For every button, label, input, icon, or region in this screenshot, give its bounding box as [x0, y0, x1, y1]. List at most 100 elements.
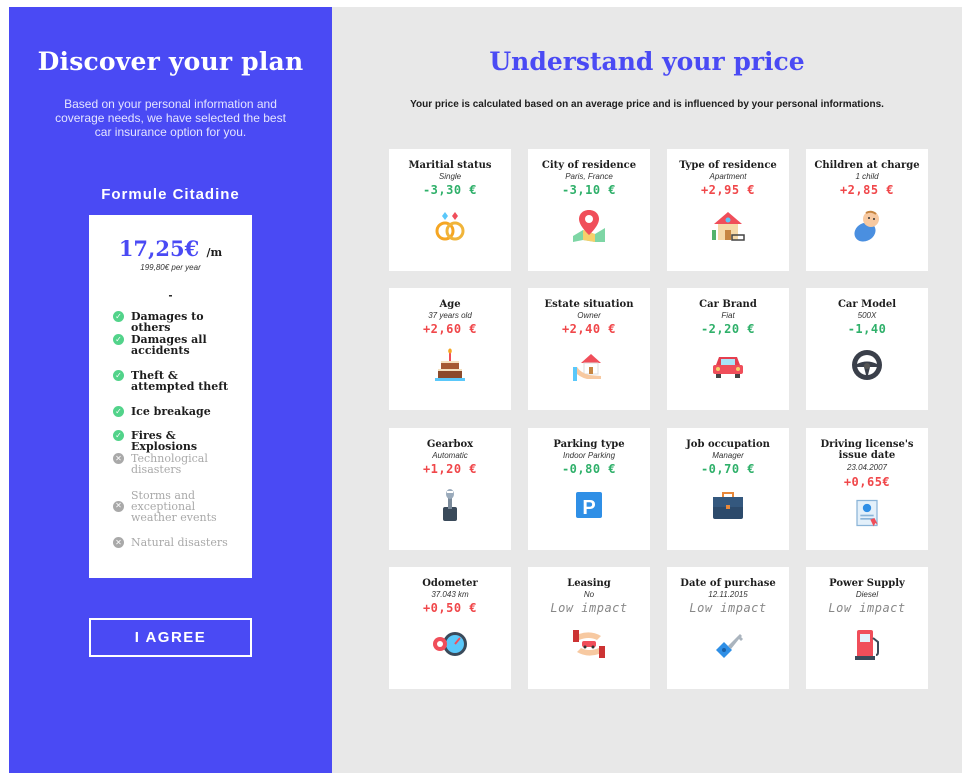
- factor-price: +1,20 €: [422, 462, 478, 476]
- check-icon: ✓: [113, 406, 124, 417]
- factor-value: Automatic: [432, 451, 468, 460]
- coverage-item: ✓ Damages all accidents: [113, 334, 243, 356]
- factor-value: No: [583, 590, 595, 599]
- monthly-price: 17,25€ /m: [89, 236, 252, 261]
- factor-value: Paris, France: [565, 172, 613, 181]
- certificate-icon: [856, 499, 878, 527]
- factor-card-license: Driving license's issue date 23.04.2007 …: [806, 428, 928, 550]
- baby-icon: [854, 210, 879, 242]
- factor-value: Apartment: [709, 172, 747, 181]
- agree-button[interactable]: I AGREE: [89, 618, 252, 657]
- factor-value: 37 years old: [428, 311, 472, 320]
- cross-icon: ✕: [113, 453, 124, 464]
- factor-card-age: Age 37 years old +2,60 €: [389, 288, 511, 410]
- coverage-item: ✕ Storms and exceptional weather events: [113, 488, 243, 524]
- factor-price: +0,65€: [843, 475, 891, 489]
- factor-title: Parking type: [553, 439, 625, 450]
- factor-card-marital-status: Maritial status Single -3,30 €: [389, 149, 511, 271]
- factor-price: +2,85 €: [839, 183, 895, 197]
- coverage-label: Fires & Explosions: [131, 429, 198, 453]
- svg-text:P: P: [582, 497, 595, 519]
- separator: -: [168, 288, 173, 302]
- monthly-price-unit: /m: [206, 246, 223, 259]
- factor-title: Gearbox: [426, 439, 474, 450]
- factor-price: -0,80 €: [561, 462, 617, 476]
- coverage-label: Natural disasters: [131, 536, 228, 549]
- factor-price: -0,70 €: [700, 462, 756, 476]
- factor-title: Odometer: [422, 578, 478, 589]
- factor-title: Leasing: [567, 578, 611, 589]
- parking-icon: P: [576, 492, 602, 519]
- coverage-item: ✓ Theft & attempted theft: [113, 370, 243, 392]
- steering-wheel-icon: [852, 350, 882, 380]
- cake-icon: [435, 348, 465, 381]
- home-hand-icon: [573, 354, 601, 381]
- factor-value: Fiat: [721, 311, 735, 320]
- factor-card-odometer: Odometer 37.043 km +0,50 €: [389, 567, 511, 689]
- coverage-label: Ice breakage: [131, 405, 211, 418]
- coverage-item: ✓ Fires & Explosions: [113, 430, 243, 452]
- map-pin-icon: [573, 210, 605, 242]
- factor-title: Date of purchase: [680, 578, 776, 589]
- coverage-item: ✓ Damages to others: [113, 311, 243, 333]
- coverage-label: Theft & attempted theft: [131, 369, 229, 393]
- coverage-label: Damages all accidents: [131, 333, 207, 357]
- coverage-label: Damages to others: [131, 310, 204, 334]
- factor-value: Manager: [712, 451, 744, 460]
- factor-title: Age: [439, 299, 461, 310]
- factor-value: Diesel: [855, 590, 879, 599]
- plan-panel: Discover your plan Based on your persona…: [9, 7, 332, 773]
- leasing-icon: [573, 630, 605, 658]
- rings-icon: [435, 212, 465, 241]
- yearly-price: 199,80€ per year: [140, 263, 201, 272]
- cross-icon: ✕: [113, 537, 124, 548]
- factor-card-city: City of residence Paris, France -3,10 €: [528, 149, 650, 271]
- factor-price: -2,20 €: [700, 322, 756, 336]
- factor-price: Low impact: [828, 601, 906, 615]
- factor-price: -3,30 €: [422, 183, 478, 197]
- house-icon: [712, 212, 745, 241]
- factor-title: Car Model: [837, 299, 897, 310]
- factor-value: 23.04.2007: [846, 463, 888, 472]
- factor-title: City of residence: [541, 160, 637, 171]
- odometer-icon: [433, 632, 467, 656]
- factor-card-job: Job occupation Manager -0,70 €: [667, 428, 789, 550]
- factor-card-gearbox: Gearbox Automatic +1,20 €: [389, 428, 511, 550]
- factor-value: 1 child: [855, 172, 879, 181]
- factor-card-children: Children at charge 1 child +2,85 €: [806, 149, 928, 271]
- factor-price: -1,40: [847, 322, 887, 336]
- check-icon: ✓: [113, 311, 124, 322]
- factor-title: Type of residence: [679, 160, 777, 171]
- factor-title: Job occupation: [686, 439, 770, 450]
- factor-value: Single: [438, 172, 462, 181]
- factor-price: +2,95 €: [700, 183, 756, 197]
- price-panel: Understand your price Your price is calc…: [332, 7, 962, 773]
- factor-value: Owner: [577, 311, 601, 320]
- factor-card-power-supply: Power Supply Diesel Low impact: [806, 567, 928, 689]
- factor-title: Estate situation: [544, 299, 634, 310]
- car-icon: [713, 357, 743, 378]
- briefcase-icon: [713, 492, 743, 519]
- factor-price: +2,60 €: [422, 322, 478, 336]
- coverage-label: Technological disasters: [131, 452, 208, 476]
- factor-card-car-brand: Car Brand Fiat -2,20 €: [667, 288, 789, 410]
- factor-price: Low impact: [550, 601, 628, 615]
- factor-value: 37.043 km: [431, 590, 469, 599]
- factor-title: Maritial status: [408, 160, 492, 171]
- factor-card-estate: Estate situation Owner +2,40 €: [528, 288, 650, 410]
- car-key-icon: [716, 634, 743, 658]
- factor-card-car-model: Car Model 500X -1,40: [806, 288, 928, 410]
- factor-price: Low impact: [689, 601, 767, 615]
- factor-card-purchase-date: Date of purchase 12.11.2015 Low impact: [667, 567, 789, 689]
- factor-card-leasing: Leasing No Low impact: [528, 567, 650, 689]
- cross-icon: ✕: [113, 500, 124, 512]
- factor-title: Children at charge: [814, 160, 920, 171]
- fuel-pump-icon: [855, 630, 879, 660]
- plan-subtitle: Based on your personal information and c…: [55, 97, 286, 139]
- factor-title: Car Brand: [699, 299, 757, 310]
- factor-price: +0,50 €: [422, 601, 478, 615]
- factor-title: Power Supply: [829, 578, 905, 589]
- check-icon: ✓: [113, 370, 124, 381]
- plan-title: Discover your plan: [37, 47, 304, 76]
- coverage-label: Storms and exceptional weather events: [131, 488, 217, 524]
